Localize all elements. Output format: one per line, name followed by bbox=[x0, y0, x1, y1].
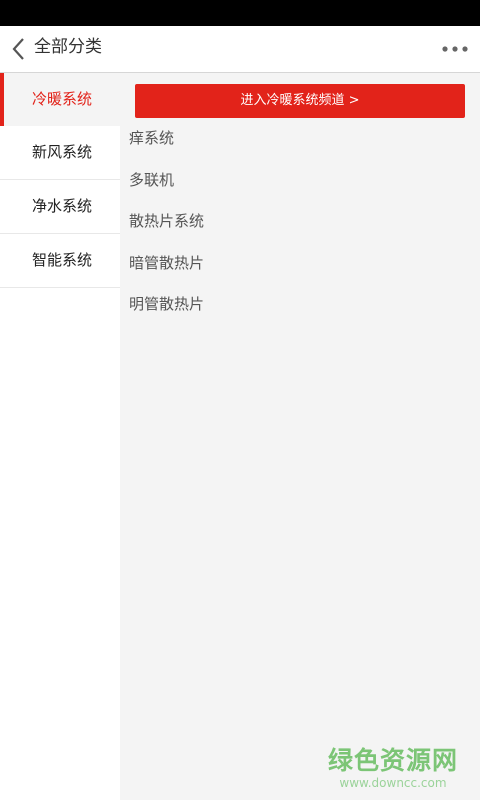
watermark-url: www.downcc.com bbox=[339, 776, 447, 790]
category-sidebar: 冷暖系统 新风系统 净水系统 智能系统 bbox=[0, 73, 120, 800]
sidebar-item-label: 新风系统 bbox=[32, 143, 93, 161]
back-button[interactable] bbox=[8, 34, 32, 64]
watermark-title: 绿色资源网 bbox=[327, 746, 458, 775]
chevron-left-icon bbox=[12, 38, 24, 60]
list-item[interactable]: 多联机 bbox=[120, 160, 480, 202]
enter-channel-button[interactable]: 进入冷暖系统频道 > bbox=[135, 84, 465, 118]
sidebar-item-water-purification[interactable]: 净水系统 bbox=[0, 180, 120, 234]
subcategory-panel: 进入冷暖系统频道 > 痒系统 多联机 散热片系统 暗管散热片 明管散热片 bbox=[120, 73, 480, 800]
sidebar-item-label: 冷暖系统 bbox=[32, 90, 93, 108]
more-button[interactable] bbox=[440, 36, 470, 62]
list-item[interactable]: 散热片系统 bbox=[120, 201, 480, 243]
status-bar bbox=[0, 0, 480, 26]
list-item[interactable]: 痒系统 bbox=[120, 118, 480, 160]
sidebar-item-fresh-air[interactable]: 新风系统 bbox=[0, 126, 120, 180]
list-item[interactable]: 明管散热片 bbox=[120, 284, 480, 326]
watermark: 绿色资源网 www.downcc.com bbox=[328, 746, 458, 790]
more-dots-icon bbox=[442, 46, 468, 52]
subcategory-list: 痒系统 多联机 散热片系统 暗管散热片 明管散热片 bbox=[120, 118, 480, 326]
page-title: 全部分类 bbox=[34, 37, 102, 57]
sidebar-item-smart-system[interactable]: 智能系统 bbox=[0, 234, 120, 288]
sidebar-item-label: 净水系统 bbox=[32, 197, 93, 215]
list-item[interactable]: 暗管散热片 bbox=[120, 243, 480, 285]
sidebar-item-label: 智能系统 bbox=[32, 251, 93, 269]
title-bar: 全部分类 bbox=[0, 26, 480, 73]
sidebar-item-heating-cooling[interactable]: 冷暖系统 bbox=[0, 73, 120, 126]
